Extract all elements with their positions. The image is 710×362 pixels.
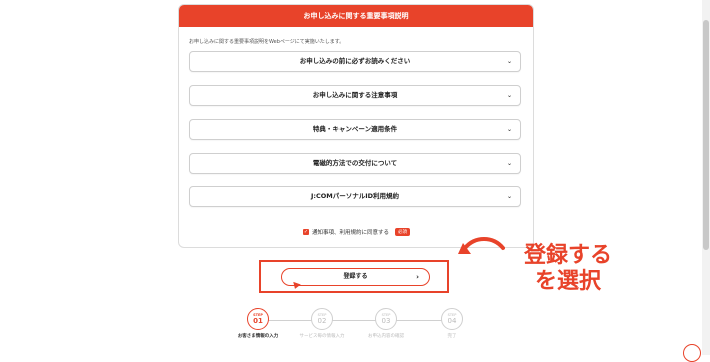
step-circle: STEP 02	[311, 308, 333, 330]
accordion-label: お申し込みに関する注意事項	[312, 91, 398, 99]
annotation-line-1: 登録する	[523, 243, 612, 268]
step-2: STEP 02 サービス毎の情報入力	[297, 308, 347, 339]
chevron-down-icon: ⌄	[506, 92, 512, 99]
card-intro-text: お申し込みに関する重要事項説明をWebページにて実施いたします。	[189, 39, 345, 45]
register-button[interactable]: 登録する ›	[281, 268, 430, 286]
agree-checkbox[interactable]: ✓	[303, 229, 309, 235]
accordion-application-notes[interactable]: お申し込みに関する注意事項 ⌄	[189, 85, 521, 106]
step-connector-line	[258, 320, 442, 321]
chevron-down-icon: ⌄	[506, 58, 512, 65]
accordion-label: J:COMパーソナルID利用規約	[310, 192, 400, 200]
step-label: サービス毎の情報入力	[299, 334, 345, 339]
step-circle: STEP 04	[441, 308, 463, 330]
agree-label: 通知事項、利用規約に同意する	[312, 230, 390, 236]
accordion-campaign-conditions[interactable]: 特典・キャンペーン適用条件 ⌄	[189, 119, 521, 140]
step-label: お申込内容の確認	[368, 334, 404, 339]
accordion-read-before-apply[interactable]: お申し込みの前に必ずお読みください ⌄	[189, 51, 521, 72]
chevron-down-icon: ⌄	[506, 126, 512, 133]
step-number: 03	[381, 317, 391, 325]
annotation-line-2: を選択	[534, 269, 601, 294]
important-notice-card: お申し込みに関する重要事項説明 お申し込みに関する重要事項説明をWebページにて…	[178, 4, 534, 248]
step-3: STEP 03 お申込内容の確認	[361, 308, 411, 339]
help-chat-icon[interactable]	[683, 344, 701, 362]
agree-terms-checkbox-row[interactable]: ✓ 通知事項、利用規約に同意する 必須	[303, 227, 411, 237]
step-number: 04	[447, 317, 457, 325]
step-circle: STEP 01	[247, 308, 269, 330]
curved-arrow-icon	[458, 237, 505, 254]
step-number: 02	[317, 317, 327, 325]
chevron-down-icon: ⌄	[506, 193, 512, 200]
chevron-down-icon: ⌄	[506, 160, 512, 167]
step-progress: STEP 01 お客さま情報の入力 STEP 02 サービス毎の情報入力 STE…	[230, 308, 470, 355]
register-button-label: 登録する	[343, 273, 368, 280]
required-badge: 必須	[395, 228, 411, 236]
step-4: STEP 04 完了	[427, 308, 477, 339]
step-circle: STEP 03	[375, 308, 397, 330]
accordion-label: 特典・キャンペーン適用条件	[312, 125, 398, 133]
accordion-electronic-delivery[interactable]: 電磁的方法での交付について ⌄	[189, 153, 521, 174]
step-1: STEP 01 お客さま情報の入力	[233, 308, 283, 339]
card-title: お申し込みに関する重要事項説明	[179, 5, 533, 27]
accordion-label: 電磁的方法での交付について	[312, 159, 398, 167]
scrollbar-thumb[interactable]	[703, 20, 709, 250]
accordion-label: お申し込みの前に必ずお読みください	[299, 57, 411, 65]
step-label: 完了	[447, 334, 457, 339]
chevron-right-icon: ›	[416, 273, 419, 281]
step-number: 01	[253, 317, 263, 325]
page-scrollbar[interactable]	[702, 0, 710, 355]
step-label: お客さま情報の入力	[237, 334, 279, 339]
accordion-personal-id-terms[interactable]: J:COMパーソナルID利用規約 ⌄	[189, 186, 521, 207]
annotation-text: 登録する を選択	[503, 243, 633, 295]
